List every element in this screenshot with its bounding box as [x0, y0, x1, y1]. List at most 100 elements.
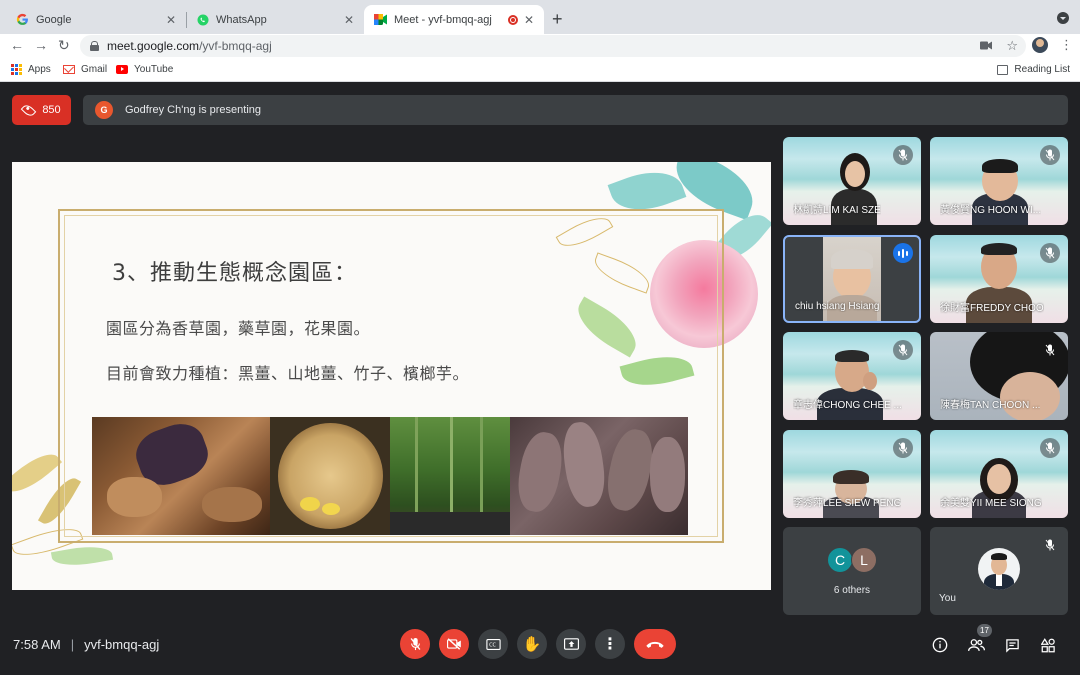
- captions-button[interactable]: CC: [478, 629, 508, 659]
- activities-button[interactable]: [1039, 636, 1057, 654]
- self-label: You: [939, 593, 956, 604]
- present-icon: [563, 638, 579, 650]
- speaking-indicator-icon: [893, 243, 913, 263]
- close-icon[interactable]: ✕: [344, 13, 354, 27]
- more-vertical-icon: ⋮: [602, 636, 618, 653]
- meeting-controls-bar: 7:58 AM | yvf-bmqq-agj CC ✋ ⋮ 17: [0, 612, 1080, 675]
- people-button[interactable]: [967, 636, 985, 654]
- photo-black-ginger: [92, 417, 270, 535]
- mic-off-icon: [893, 145, 913, 165]
- self-avatar: [978, 548, 1020, 590]
- self-tile[interactable]: You: [930, 527, 1068, 615]
- svg-text:CC: CC: [489, 642, 496, 648]
- eye-icon: [21, 102, 37, 118]
- meeting-info: 7:58 AM | yvf-bmqq-agj: [13, 637, 159, 652]
- slide-text-line: 目前會致力種植：黑薑、山地薑、竹子、檳榔芋。: [106, 364, 470, 383]
- participant-tile[interactable]: 陳春梅TAN CHOON ...: [930, 332, 1068, 420]
- bookmark-youtube[interactable]: YouTube: [116, 64, 173, 75]
- participant-name: 余美雙YII MEE SIONG: [940, 498, 1042, 509]
- mic-off-icon: [1040, 243, 1060, 263]
- browser-menu-icon[interactable]: ⋮: [1060, 37, 1073, 53]
- reload-button[interactable]: ↻: [58, 37, 70, 54]
- whatsapp-icon: [196, 13, 209, 26]
- forward-button[interactable]: →: [34, 37, 48, 53]
- live-viewers-badge[interactable]: 850: [12, 95, 71, 125]
- url-host: meet.google.com: [107, 39, 200, 53]
- presenting-text: Godfrey Ch'ng is presenting: [125, 104, 262, 116]
- participant-tile[interactable]: 余美雙YII MEE SIONG: [930, 430, 1068, 518]
- camera-in-use-icon[interactable]: [980, 39, 993, 53]
- bookmark-star-icon[interactable]: ☆: [1006, 38, 1018, 54]
- camera-off-icon: [446, 638, 461, 650]
- info-icon: [932, 637, 948, 653]
- mic-off-icon: [893, 340, 913, 360]
- meeting-time: 7:58 AM: [13, 637, 61, 652]
- camera-toggle-button[interactable]: [439, 629, 469, 659]
- captions-icon: CC: [485, 638, 501, 650]
- tab-whatsapp[interactable]: WhatsApp ✕: [186, 5, 364, 34]
- others-count-label: 6 others: [833, 585, 871, 596]
- slide-title: 3、推動生態概念園區：: [112, 261, 357, 286]
- recording-icon: [507, 14, 518, 25]
- close-icon[interactable]: ✕: [166, 13, 176, 27]
- participant-count-badge: 17: [977, 624, 992, 637]
- participant-name: 黃俊賢NG HOON WI...: [940, 205, 1042, 216]
- others-avatar: C: [827, 547, 853, 573]
- mic-off-icon: [1040, 438, 1060, 458]
- participant-tile[interactable]: 李秀萍LEE SIEW PENG: [783, 430, 921, 518]
- tab-google[interactable]: Google ✕: [6, 5, 186, 34]
- mic-off-icon: [410, 637, 420, 651]
- browser-toolbar: ← → ↻ meet.google.com /yvf-bmqq-agj ☆ ⋮: [0, 34, 1080, 59]
- profile-avatar[interactable]: [1032, 37, 1048, 53]
- lock-icon: [90, 41, 99, 51]
- google-icon: [16, 13, 29, 26]
- participant-name: chiu hsiang Hsiang: [795, 301, 880, 312]
- hang-up-icon: [646, 641, 664, 648]
- meet-main: 850 G Godfrey Ch'ng is presenting 3、推動生態…: [0, 82, 1080, 675]
- tab-title: Meet - yvf-bmqq-agj: [394, 13, 492, 26]
- photo-ginger: [270, 417, 390, 535]
- mic-off-icon: [893, 438, 913, 458]
- present-now-button[interactable]: [556, 629, 586, 659]
- presenter-avatar: G: [95, 101, 113, 119]
- tab-strip: Google ✕ WhatsApp ✕ Meet - yvf-bmqq-agj …: [0, 0, 1080, 34]
- participant-name: 章志偉CHONG CHEE ...: [793, 400, 902, 411]
- participant-tile-speaking[interactable]: chiu hsiang Hsiang: [783, 235, 921, 323]
- more-options-button[interactable]: ⋮: [595, 629, 625, 659]
- bookmark-label: Apps: [28, 64, 51, 75]
- hand-icon: ✋: [522, 636, 542, 653]
- chat-button[interactable]: [1003, 636, 1021, 654]
- mic-toggle-button[interactable]: [400, 629, 430, 659]
- address-bar[interactable]: meet.google.com /yvf-bmqq-agj ☆: [80, 35, 1026, 57]
- others-tile[interactable]: C L 6 others: [783, 527, 921, 615]
- apps-grid-icon: [11, 64, 22, 75]
- raise-hand-button[interactable]: ✋: [517, 629, 547, 659]
- reading-list-button[interactable]: Reading List: [997, 64, 1070, 75]
- new-tab-button[interactable]: +: [552, 9, 563, 30]
- participant-tile[interactable]: 林凱詩LIM KAI SZE: [783, 137, 921, 225]
- mic-off-icon: [1040, 340, 1060, 360]
- bookmark-apps[interactable]: Apps: [11, 64, 51, 75]
- bookmarks-bar: Apps Gmail YouTube Reading List: [0, 59, 1080, 82]
- participant-tile[interactable]: 黃俊賢NG HOON WI...: [930, 137, 1068, 225]
- participant-name: 陳春梅TAN CHOON ...: [940, 400, 1041, 411]
- gmail-icon: [63, 65, 75, 74]
- meeting-details-button[interactable]: [931, 636, 949, 654]
- youtube-icon: [116, 65, 128, 74]
- participant-tile[interactable]: 徐財富FREDDY CHOO: [930, 235, 1068, 323]
- meeting-code: yvf-bmqq-agj: [84, 637, 160, 652]
- activities-icon: [1040, 637, 1055, 652]
- photo-taro: [510, 417, 688, 535]
- mic-off-icon: [1040, 145, 1060, 165]
- bookmark-gmail[interactable]: Gmail: [63, 64, 107, 75]
- back-button[interactable]: ←: [10, 37, 24, 53]
- leave-call-button[interactable]: [634, 629, 676, 659]
- participant-tile[interactable]: 章志偉CHONG CHEE ...: [783, 332, 921, 420]
- tab-search-icon[interactable]: [1057, 12, 1069, 24]
- participant-name: 徐財富FREDDY CHOO: [940, 303, 1044, 314]
- tab-meet[interactable]: Meet - yvf-bmqq-agj ✕: [364, 5, 544, 34]
- others-avatar: L: [851, 547, 877, 573]
- close-icon[interactable]: ✕: [524, 13, 534, 27]
- tab-title: Google: [36, 13, 72, 26]
- divider: |: [70, 637, 75, 652]
